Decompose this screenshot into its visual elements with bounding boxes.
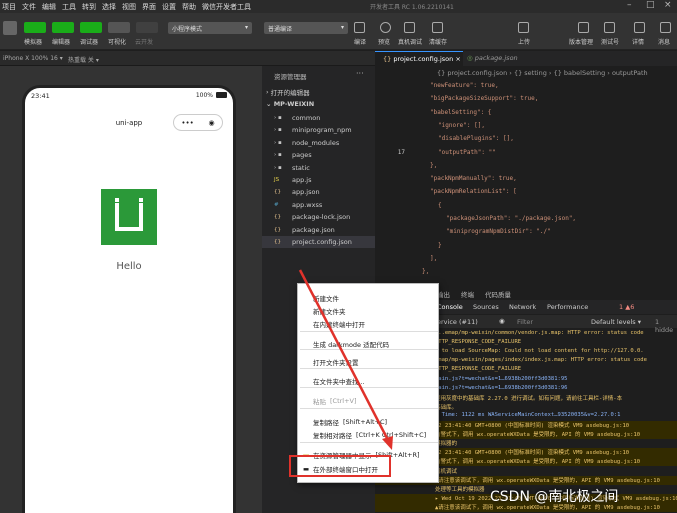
watermark-text: CSDN @南北极之间: [490, 489, 619, 505]
annotation-arrow: [298, 269, 393, 450]
